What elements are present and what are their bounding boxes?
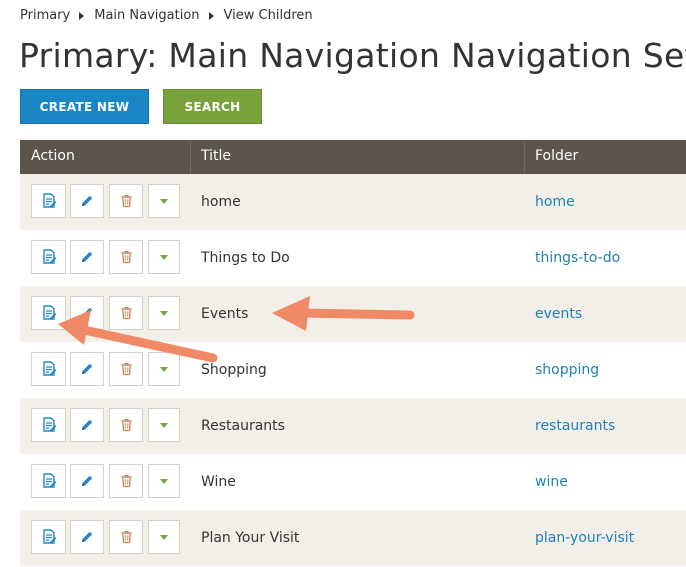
breadcrumb-main-navigation[interactable]: Main Navigation [94, 8, 199, 23]
trash-icon [120, 362, 133, 376]
edit-document-icon [41, 473, 57, 489]
row-folder-link[interactable]: events [535, 286, 582, 342]
edit-document-icon [41, 249, 57, 265]
pencil-icon [80, 474, 94, 488]
navigation-table: Action Title Folder home home Things to Do… [20, 140, 686, 566]
chevron-down-icon [160, 534, 168, 540]
edit-content-button[interactable] [31, 464, 66, 498]
more-actions-dropdown[interactable] [148, 296, 180, 330]
row-folder-link[interactable]: restaurants [535, 398, 615, 454]
breadcrumb-separator-icon [79, 11, 85, 20]
row-folder-link[interactable]: shopping [535, 342, 599, 398]
trash-icon [120, 250, 133, 264]
more-actions-dropdown[interactable] [148, 352, 180, 386]
edit-document-icon [41, 305, 57, 321]
delete-button[interactable] [109, 408, 143, 442]
row-title: Shopping [201, 362, 267, 378]
edit-document-icon [41, 417, 57, 433]
column-header-folder: Folder [535, 148, 579, 164]
column-header-title: Title [201, 148, 232, 164]
edit-button[interactable] [70, 352, 104, 386]
trash-icon [120, 474, 133, 488]
trash-icon [120, 306, 133, 320]
more-actions-dropdown[interactable] [148, 408, 180, 442]
delete-button[interactable] [109, 240, 143, 274]
breadcrumb: Primary Main Navigation View Children [20, 8, 313, 23]
breadcrumb-primary[interactable]: Primary [20, 8, 70, 23]
row-title: home [201, 194, 241, 210]
table-row: Events events [20, 286, 686, 342]
edit-document-icon [41, 529, 57, 545]
more-actions-dropdown[interactable] [148, 184, 180, 218]
edit-content-button[interactable] [31, 240, 66, 274]
table-row: Restaurants restaurants [20, 398, 686, 454]
trash-icon [120, 194, 133, 208]
edit-content-button[interactable] [31, 184, 66, 218]
edit-content-button[interactable] [31, 296, 66, 330]
breadcrumb-current: View Children [223, 8, 313, 23]
column-divider [524, 140, 525, 174]
breadcrumb-separator-icon [208, 11, 214, 20]
column-header-action: Action [31, 148, 75, 164]
delete-button[interactable] [109, 296, 143, 330]
edit-document-icon [41, 193, 57, 209]
chevron-down-icon [160, 310, 168, 316]
row-title: Things to Do [201, 250, 290, 266]
row-title: Wine [201, 474, 236, 490]
page-title: Primary: Main Navigation Navigation Set [19, 36, 686, 75]
edit-document-icon [41, 361, 57, 377]
edit-button[interactable] [70, 464, 104, 498]
table-row: Things to Do things-to-do [20, 230, 686, 286]
edit-button[interactable] [70, 184, 104, 218]
table-row: home home [20, 174, 686, 230]
chevron-down-icon [160, 198, 168, 204]
more-actions-dropdown[interactable] [148, 520, 180, 554]
chevron-down-icon [160, 366, 168, 372]
search-button[interactable]: SEARCH [163, 89, 262, 124]
row-title: Events [201, 306, 249, 322]
edit-button[interactable] [70, 408, 104, 442]
edit-content-button[interactable] [31, 352, 66, 386]
pencil-icon [80, 194, 94, 208]
more-actions-dropdown[interactable] [148, 464, 180, 498]
pencil-icon [80, 418, 94, 432]
delete-button[interactable] [109, 464, 143, 498]
table-header: Action Title Folder [20, 140, 686, 174]
row-folder-link[interactable]: wine [535, 454, 568, 510]
trash-icon [120, 530, 133, 544]
pencil-icon [80, 530, 94, 544]
chevron-down-icon [160, 422, 168, 428]
delete-button[interactable] [109, 184, 143, 218]
row-folder-link[interactable]: home [535, 174, 575, 230]
pencil-icon [80, 250, 94, 264]
chevron-down-icon [160, 254, 168, 260]
row-folder-link[interactable]: things-to-do [535, 230, 620, 286]
pencil-icon [80, 362, 94, 376]
table-row: Shopping shopping [20, 342, 686, 398]
row-folder-link[interactable]: plan-your-visit [535, 510, 634, 566]
column-divider [190, 140, 191, 174]
row-title: Restaurants [201, 418, 285, 434]
trash-icon [120, 418, 133, 432]
row-title: Plan Your Visit [201, 530, 300, 546]
table-row: Plan Your Visit plan-your-visit [20, 510, 686, 566]
delete-button[interactable] [109, 352, 143, 386]
more-actions-dropdown[interactable] [148, 240, 180, 274]
edit-content-button[interactable] [31, 408, 66, 442]
table-body: home home Things to Do things-to-do Events ev… [20, 174, 686, 566]
edit-button[interactable] [70, 296, 104, 330]
edit-button[interactable] [70, 520, 104, 554]
delete-button[interactable] [109, 520, 143, 554]
table-row: Wine wine [20, 454, 686, 510]
pencil-icon [80, 306, 94, 320]
edit-content-button[interactable] [31, 520, 66, 554]
chevron-down-icon [160, 478, 168, 484]
create-new-button[interactable]: CREATE NEW [20, 89, 149, 124]
edit-button[interactable] [70, 240, 104, 274]
